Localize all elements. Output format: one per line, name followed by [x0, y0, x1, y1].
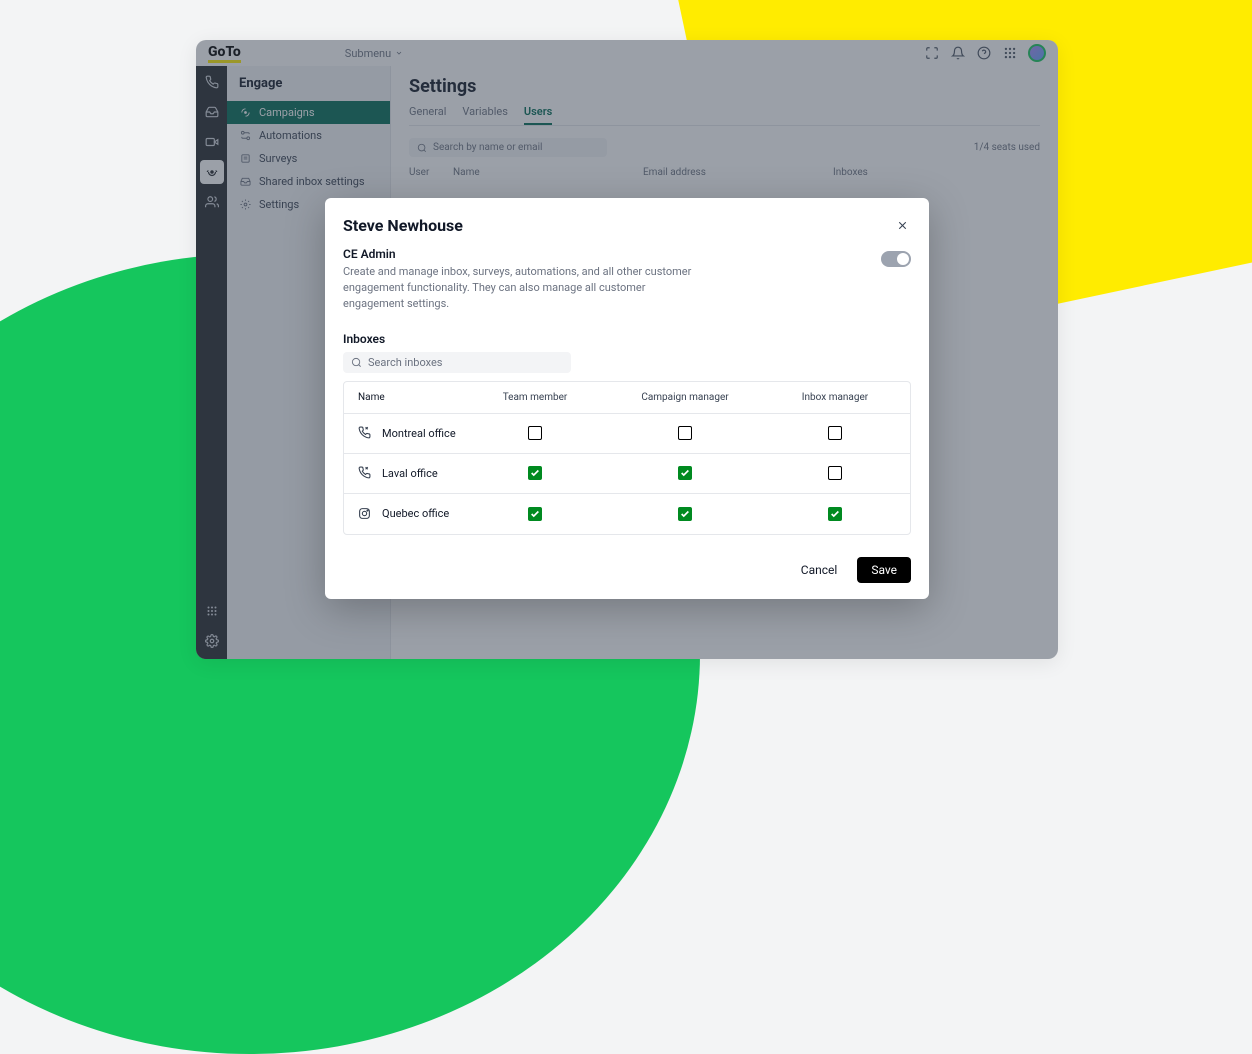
modal-overlay: Steve Newhouse CE Admin Create and manag…	[196, 40, 1058, 659]
inbox-permissions-table: Name Team member Campaign manager Inbox …	[343, 381, 911, 535]
instagram-icon	[358, 507, 372, 521]
save-button[interactable]: Save	[857, 557, 911, 583]
col-name: Name	[344, 392, 460, 403]
col-team: Team member	[460, 392, 610, 403]
modal-title: Steve Newhouse	[343, 216, 463, 235]
table-row: Quebec office	[344, 494, 910, 534]
inbox-manager-checkbox[interactable]	[828, 426, 842, 440]
phone-icon	[358, 466, 372, 480]
office-name: Quebec office	[382, 507, 449, 520]
office-name: Montreal office	[382, 427, 456, 440]
team-member-checkbox[interactable]	[528, 426, 542, 440]
search-icon	[351, 357, 362, 368]
ce-admin-toggle[interactable]	[881, 251, 911, 267]
col-campaign: Campaign manager	[610, 392, 760, 403]
inbox-manager-checkbox[interactable]	[828, 466, 842, 480]
inbox-manager-checkbox[interactable]	[828, 507, 842, 521]
campaign-manager-checkbox[interactable]	[678, 507, 692, 521]
phone-icon	[358, 426, 372, 440]
campaign-manager-checkbox[interactable]	[678, 426, 692, 440]
inbox-search-input[interactable]: Search inboxes	[343, 352, 571, 373]
ce-admin-title: CE Admin	[343, 247, 861, 261]
close-button[interactable]	[893, 217, 911, 235]
app-window: GoTo Submenu Engage Campaigns Autom	[196, 40, 1058, 659]
office-name: Laval office	[382, 467, 438, 480]
table-row: Laval office	[344, 454, 910, 494]
inboxes-heading: Inboxes	[343, 332, 911, 346]
team-member-checkbox[interactable]	[528, 507, 542, 521]
ce-admin-description: Create and manage inbox, surveys, automa…	[343, 264, 703, 312]
user-permissions-modal: Steve Newhouse CE Admin Create and manag…	[325, 198, 929, 599]
cancel-button[interactable]: Cancel	[791, 557, 848, 583]
col-inbox: Inbox manager	[760, 392, 910, 403]
campaign-manager-checkbox[interactable]	[678, 466, 692, 480]
team-member-checkbox[interactable]	[528, 466, 542, 480]
table-row: Montreal office	[344, 414, 910, 454]
